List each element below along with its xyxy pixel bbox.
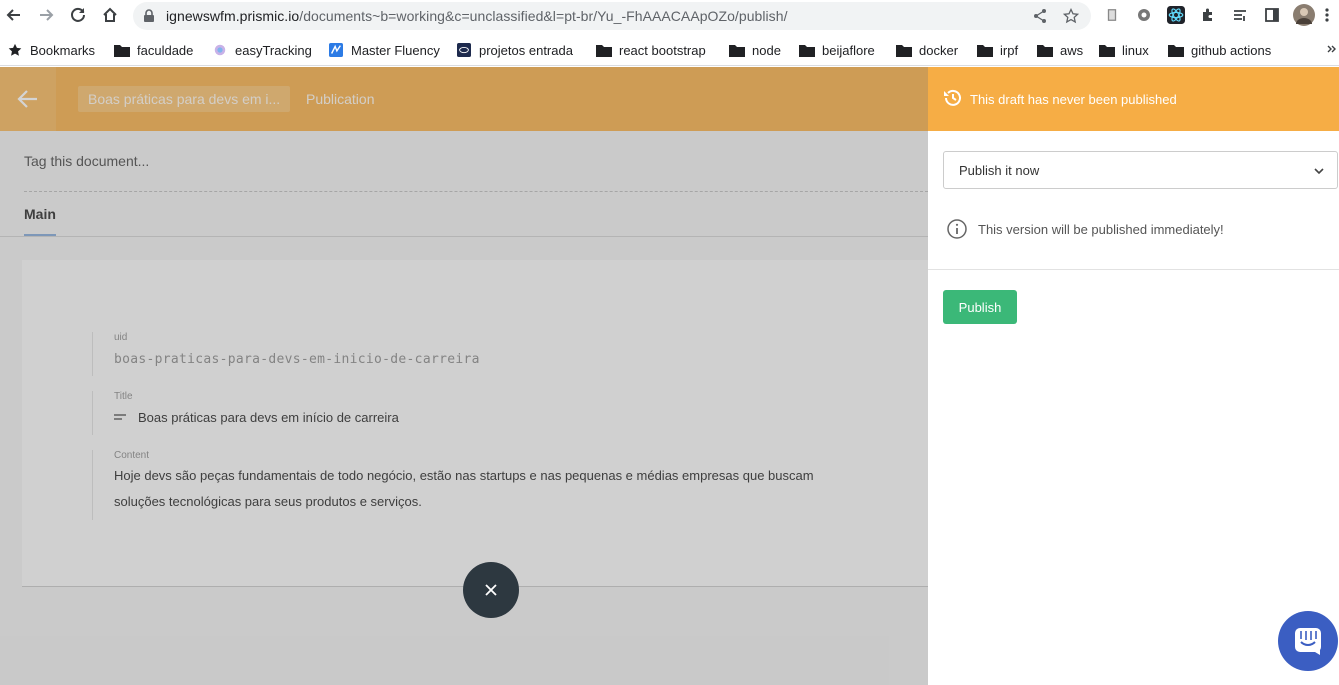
info-icon bbox=[947, 219, 967, 239]
divider bbox=[928, 269, 1339, 270]
bookmark-faculdade[interactable]: faculdade bbox=[114, 40, 193, 60]
history-icon bbox=[944, 89, 961, 106]
publish-schedule-select[interactable]: Publish it now bbox=[943, 151, 1338, 189]
bookmark-beijaflore[interactable]: beijaflore bbox=[799, 40, 875, 60]
reading-list-icon[interactable] bbox=[1231, 6, 1249, 24]
bookmark-label: irpf bbox=[1000, 42, 1019, 58]
bookmark-label: Bookmarks bbox=[30, 42, 96, 58]
publish-info: This version will be published immediate… bbox=[946, 218, 1224, 240]
bookmark-bookmarks[interactable]: Bookmarks bbox=[7, 40, 95, 60]
extension-icon[interactable] bbox=[1103, 6, 1121, 24]
bookmark-label: aws bbox=[1060, 42, 1084, 58]
url-text: ignewswfm.prismic.io/documents~b=working… bbox=[166, 8, 788, 24]
easytracking-icon bbox=[214, 44, 226, 56]
bookmark-react-bootstrap[interactable]: react bootstrap bbox=[596, 40, 706, 60]
folder-icon bbox=[1099, 45, 1115, 57]
side-panel-icon[interactable] bbox=[1263, 6, 1281, 24]
folder-icon bbox=[114, 45, 130, 57]
folder-icon bbox=[799, 45, 815, 57]
bookmark-projetos-entrada[interactable]: projetos entrada bbox=[456, 40, 573, 60]
bookmark-linux[interactable]: linux bbox=[1099, 40, 1149, 60]
publish-panel: This draft has never been published Publ… bbox=[928, 67, 1339, 685]
browser-toolbar: ignewswfm.prismic.io/documents~b=working… bbox=[0, 0, 1339, 34]
share-icon[interactable] bbox=[1032, 8, 1048, 24]
info-text: This version will be published immediate… bbox=[978, 221, 1224, 237]
bookmark-github-actions[interactable]: github actions bbox=[1168, 40, 1271, 60]
menu-icon[interactable] bbox=[1320, 6, 1334, 24]
close-icon bbox=[485, 584, 497, 596]
folder-icon bbox=[596, 45, 612, 57]
bookmark-master-fluency[interactable]: Master Fluency bbox=[328, 40, 440, 60]
bookmark-docker[interactable]: docker bbox=[896, 40, 958, 60]
folder-icon bbox=[1037, 45, 1053, 57]
master-fluency-icon bbox=[329, 43, 343, 57]
publish-button[interactable]: Publish bbox=[943, 290, 1017, 324]
bookmark-label: beijaflore bbox=[822, 42, 875, 58]
more-bookmarks-icon[interactable] bbox=[1327, 39, 1337, 59]
bookmark-label: react bootstrap bbox=[619, 42, 706, 58]
forward-icon[interactable] bbox=[35, 4, 57, 26]
publish-status: This draft has never been published bbox=[970, 92, 1177, 107]
chat-icon bbox=[1295, 628, 1321, 655]
prismic-app: Boas práticas para devs em i... Publicat… bbox=[0, 67, 1339, 685]
close-button[interactable] bbox=[463, 562, 519, 618]
bookmark-aws[interactable]: aws bbox=[1037, 40, 1083, 60]
folder-icon bbox=[729, 45, 745, 57]
chevron-down-icon bbox=[1314, 168, 1324, 175]
bookmark-node[interactable]: node bbox=[729, 40, 781, 60]
folder-icon bbox=[1168, 45, 1184, 57]
star-icon bbox=[8, 43, 22, 56]
panel-header: This draft has never been published bbox=[928, 67, 1339, 131]
avatar[interactable] bbox=[1293, 4, 1315, 26]
bookmark-label: Master Fluency bbox=[351, 42, 440, 58]
lock-icon[interactable] bbox=[142, 9, 156, 23]
folder-icon bbox=[896, 45, 912, 57]
bookmarks-bar: Bookmarks faculdade easyTracking Master … bbox=[0, 34, 1339, 66]
bookmark-label: linux bbox=[1122, 42, 1149, 58]
back-icon[interactable] bbox=[3, 4, 25, 26]
bookmark-irpf[interactable]: irpf bbox=[977, 40, 1018, 60]
chat-widget-button[interactable] bbox=[1278, 611, 1338, 671]
extension-gear-icon[interactable] bbox=[1135, 6, 1153, 24]
puzzle-icon[interactable] bbox=[1199, 6, 1217, 24]
bookmark-easytracking[interactable]: easyTracking bbox=[212, 40, 312, 60]
react-devtools-icon[interactable] bbox=[1167, 6, 1185, 24]
reload-icon[interactable] bbox=[67, 4, 89, 26]
bookmark-label: easyTracking bbox=[235, 42, 312, 58]
bookmark-label: faculdade bbox=[137, 42, 194, 58]
select-value: Publish it now bbox=[959, 163, 1040, 178]
bookmark-label: github actions bbox=[1191, 42, 1272, 58]
bookmark-label: node bbox=[752, 42, 781, 58]
home-icon[interactable] bbox=[99, 4, 121, 26]
star-icon[interactable] bbox=[1063, 8, 1079, 24]
bookmark-label: docker bbox=[919, 42, 959, 58]
projetos-entrada-icon bbox=[457, 43, 471, 57]
folder-icon bbox=[977, 45, 993, 57]
address-bar[interactable]: ignewswfm.prismic.io/documents~b=working… bbox=[133, 2, 1091, 30]
bookmark-label: projetos entrada bbox=[479, 42, 573, 58]
